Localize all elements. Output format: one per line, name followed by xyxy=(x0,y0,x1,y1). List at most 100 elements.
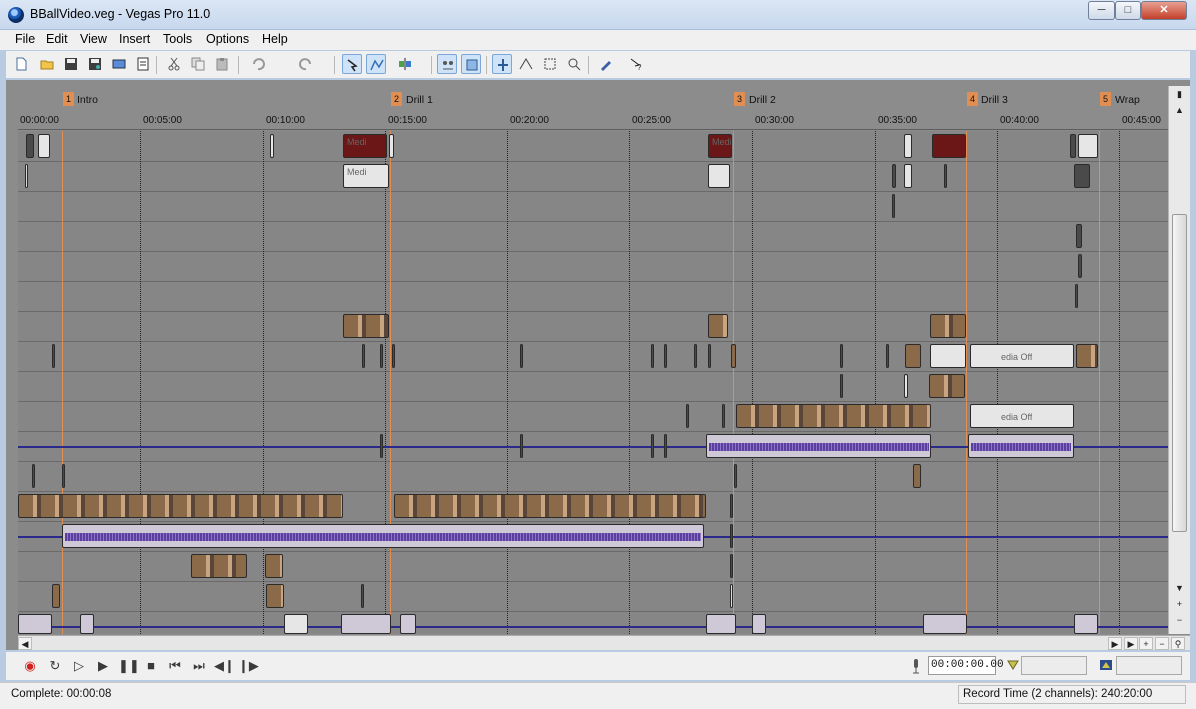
video-clip[interactable] xyxy=(730,494,733,518)
audio-volume-line[interactable] xyxy=(18,626,1168,628)
video-clip[interactable] xyxy=(905,344,921,368)
video-clip[interactable] xyxy=(892,194,895,218)
menu-edit[interactable]: Edit xyxy=(46,32,68,46)
menu-insert[interactable]: Insert xyxy=(119,32,150,46)
video-clip[interactable] xyxy=(722,404,725,428)
video-clip[interactable] xyxy=(904,374,908,398)
audio-clip[interactable] xyxy=(730,524,733,548)
loop-icon[interactable]: ↻ xyxy=(46,657,64,675)
loop-region-start-field[interactable] xyxy=(1021,656,1087,675)
video-clip[interactable] xyxy=(708,314,728,338)
video-clip[interactable] xyxy=(389,134,394,158)
video-clip[interactable] xyxy=(892,164,896,188)
audio-clip[interactable] xyxy=(520,434,523,458)
vertical-scroll-thumb[interactable] xyxy=(1172,214,1187,532)
menu-view[interactable]: View xyxy=(80,32,107,46)
zoom-tool-icon[interactable]: ⚲ xyxy=(1171,637,1185,650)
loop-region-length-field[interactable] xyxy=(1116,656,1182,675)
scroll-end-icon[interactable]: ▶ xyxy=(1124,637,1138,650)
video-clip[interactable] xyxy=(1076,344,1098,368)
copy-icon[interactable] xyxy=(188,54,208,74)
video-clip[interactable] xyxy=(664,344,667,368)
track-area[interactable]: Medi Medi Medi edia Off edia Off xyxy=(18,131,1168,634)
edit-tool-icon[interactable] xyxy=(342,54,362,74)
record-icon[interactable]: ◉ xyxy=(21,657,39,675)
video-clip[interactable] xyxy=(266,584,284,608)
save-as-icon[interactable] xyxy=(85,54,105,74)
horizontal-scrollbar[interactable]: ◀ ▶ ▶ + − ⚲ xyxy=(18,635,1190,650)
video-clip[interactable] xyxy=(380,344,383,368)
snapping-icon[interactable] xyxy=(492,54,512,74)
offline-media-clip[interactable]: Medi xyxy=(343,134,387,158)
go-to-start-icon[interactable]: ⏮ xyxy=(166,657,184,675)
time-ruler[interactable]: 00:00:00 00:05:00 00:10:00 00:15:00 00:2… xyxy=(18,112,1168,130)
video-clip[interactable] xyxy=(520,344,523,368)
video-clip[interactable] xyxy=(362,344,365,368)
video-clip[interactable] xyxy=(730,584,733,608)
audio-clip[interactable] xyxy=(400,614,416,634)
video-clip[interactable] xyxy=(1070,134,1076,158)
media-offline-clip[interactable]: edia Off xyxy=(970,404,1074,428)
undo-icon[interactable] xyxy=(248,54,268,74)
audio-clip[interactable] xyxy=(18,614,52,634)
video-clip[interactable] xyxy=(731,344,736,368)
marker-2-flag[interactable]: 2 xyxy=(391,92,402,106)
audio-clip-sequence[interactable] xyxy=(62,524,704,548)
video-clip[interactable] xyxy=(62,464,65,488)
audio-clip-sequence[interactable] xyxy=(706,434,931,458)
offline-media-clip[interactable] xyxy=(932,134,966,158)
help-icon[interactable]: ? xyxy=(626,54,646,74)
marker-4-flag[interactable]: 4 xyxy=(967,92,978,106)
close-button[interactable]: ✕ xyxy=(1141,1,1187,20)
audio-clip[interactable] xyxy=(651,434,654,458)
video-clip[interactable] xyxy=(730,554,733,578)
auto-crossfade-icon[interactable] xyxy=(516,54,536,74)
play-icon[interactable]: ▶ xyxy=(94,657,112,675)
video-clip[interactable] xyxy=(52,344,55,368)
vertical-scrollbar[interactable]: ▮ ▲ ▼ + − xyxy=(1168,86,1190,634)
paste-icon[interactable] xyxy=(212,54,232,74)
video-clip[interactable] xyxy=(1078,134,1098,158)
marker-5-flag[interactable]: 5 xyxy=(1100,92,1111,106)
media-clip[interactable] xyxy=(708,164,730,188)
video-clip[interactable] xyxy=(265,554,283,578)
video-clip[interactable] xyxy=(708,344,711,368)
audio-clip[interactable] xyxy=(664,434,667,458)
go-to-end-icon[interactable]: ⏭ xyxy=(190,657,208,675)
video-clip[interactable] xyxy=(26,134,34,158)
video-clip[interactable] xyxy=(904,164,912,188)
audio-clip[interactable] xyxy=(923,614,967,634)
media-clip[interactable] xyxy=(930,344,966,368)
zoom-in-tracks-icon[interactable]: + xyxy=(1172,598,1187,611)
video-clip[interactable] xyxy=(734,464,737,488)
properties-icon[interactable] xyxy=(133,54,153,74)
maximize-button[interactable]: □ xyxy=(1115,1,1141,20)
video-clip[interactable] xyxy=(25,164,28,188)
menu-help[interactable]: Help xyxy=(262,32,288,46)
video-clip[interactable] xyxy=(929,374,965,398)
video-clip[interactable] xyxy=(361,584,364,608)
video-clip[interactable] xyxy=(686,404,689,428)
menu-tools[interactable]: Tools xyxy=(163,32,192,46)
marker-1-flag[interactable]: 1 xyxy=(63,92,74,106)
pause-icon[interactable]: ❚❚ xyxy=(118,657,140,675)
zoom-in-time-icon[interactable]: + xyxy=(1139,637,1153,650)
audio-clip[interactable] xyxy=(380,434,383,458)
video-clip[interactable] xyxy=(1075,284,1078,308)
video-clip[interactable] xyxy=(191,554,247,578)
audio-clip[interactable] xyxy=(80,614,94,634)
split-icon[interactable] xyxy=(395,54,415,74)
video-clip[interactable] xyxy=(32,464,35,488)
video-clip[interactable] xyxy=(52,584,60,608)
audio-clip[interactable] xyxy=(752,614,766,634)
video-clip[interactable] xyxy=(886,344,889,368)
lock-envelopes-icon[interactable] xyxy=(461,54,481,74)
video-clip-sequence[interactable] xyxy=(736,404,931,428)
play-from-start-icon[interactable]: ▷ xyxy=(70,657,88,675)
cut-icon[interactable] xyxy=(164,54,184,74)
marker-toggle-icon[interactable]: ▮ xyxy=(1172,88,1187,101)
video-clip[interactable] xyxy=(840,374,843,398)
render-icon[interactable] xyxy=(109,54,129,74)
next-frame-icon[interactable]: ❙▶ xyxy=(238,657,259,675)
audio-clip[interactable] xyxy=(706,614,736,634)
